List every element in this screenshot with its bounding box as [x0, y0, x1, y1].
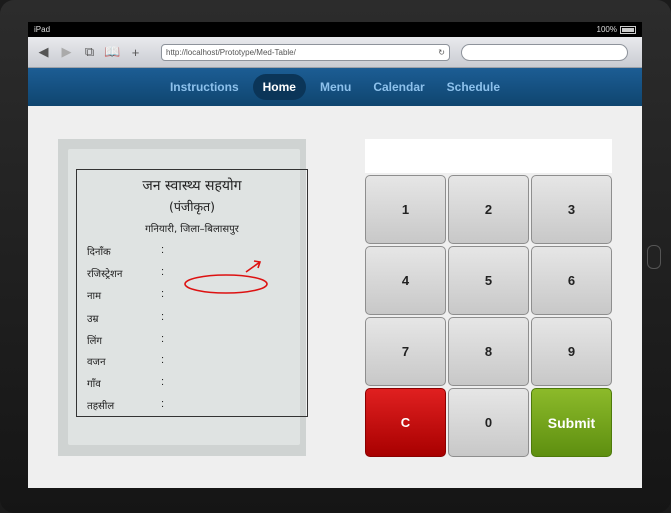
key-3[interactable]: 3	[531, 175, 612, 244]
address-bar[interactable]: http://localhost/Prototype/Med-Table/ ↻	[161, 43, 450, 61]
keypad: 1 2 3 4 5 6 7 8 9 C 0 Submit	[365, 175, 614, 457]
field-colon: :	[161, 288, 165, 300]
field-village: गाँव	[87, 379, 101, 390]
field-colon: :	[161, 266, 165, 278]
field-weight: वजन	[87, 357, 106, 368]
form-border: जन स्वास्थ्य सहयोग (पंजीकृत) गनियारी, जि…	[76, 169, 308, 417]
main-content: जन स्वास्थ्य सहयोग (पंजीकृत) गनियारी, जि…	[28, 106, 642, 488]
form-place: गनियारी, जिला–बिलासपुर	[145, 224, 239, 235]
clear-button[interactable]: C	[365, 388, 446, 457]
number-display	[365, 139, 612, 173]
field-colon: :	[161, 244, 165, 256]
key-8[interactable]: 8	[448, 317, 529, 386]
nav-schedule[interactable]: Schedule	[439, 74, 508, 100]
home-hardware-button[interactable]	[647, 245, 661, 269]
key-1[interactable]: 1	[365, 175, 446, 244]
field-colon: :	[161, 398, 165, 410]
status-bar: iPad 100%	[28, 22, 642, 37]
field-colon: :	[161, 354, 165, 366]
field-name: नाम	[87, 291, 102, 302]
field-age: उम्र	[87, 314, 99, 325]
key-6[interactable]: 6	[531, 246, 612, 315]
red-highlight-mark	[184, 260, 268, 294]
registration-form-photo: जन स्वास्थ्य सहयोग (पंजीकृत) गनियारी, जि…	[58, 139, 308, 456]
reload-icon[interactable]: ↻	[438, 48, 445, 57]
nav-home[interactable]: Home	[252, 74, 306, 100]
field-colon: :	[161, 333, 165, 345]
key-9[interactable]: 9	[531, 317, 612, 386]
field-registration: रजिस्ट्रेशन	[87, 269, 123, 280]
battery-percent: 100%	[596, 25, 617, 34]
back-icon[interactable]: ◀	[32, 42, 55, 62]
key-4[interactable]: 4	[365, 246, 446, 315]
nav-calendar[interactable]: Calendar	[365, 74, 432, 100]
nav-instructions[interactable]: Instructions	[162, 74, 247, 100]
browser-toolbar: ◀ ▶ ⧉ 📖 + http://localhost/Prototype/Med…	[28, 37, 642, 68]
key-5[interactable]: 5	[448, 246, 529, 315]
field-colon: :	[161, 376, 165, 388]
form-title: जन स्वास्थ्य सहयोग	[142, 178, 242, 194]
form-subtitle: (पंजीकृत)	[168, 199, 216, 214]
main-nav: Instructions Home Menu Calendar Schedule	[28, 68, 642, 106]
field-gender: लिंग	[87, 336, 102, 347]
field-date: दिनाँक	[87, 247, 111, 258]
add-bookmark-icon[interactable]: +	[124, 42, 147, 62]
forward-icon[interactable]: ▶	[55, 42, 78, 62]
bookmarks-icon[interactable]: 📖	[101, 42, 124, 62]
url-text: http://localhost/Prototype/Med-Table/	[166, 47, 296, 57]
key-7[interactable]: 7	[365, 317, 446, 386]
battery-icon	[620, 25, 636, 34]
tabs-icon[interactable]: ⧉	[78, 42, 101, 62]
nav-menu[interactable]: Menu	[312, 74, 359, 100]
field-colon: :	[161, 311, 165, 323]
field-tehsil: तहसील	[87, 401, 115, 412]
key-0[interactable]: 0	[448, 388, 529, 457]
key-2[interactable]: 2	[448, 175, 529, 244]
form-paper: जन स्वास्थ्य सहयोग (पंजीकृत) गनियारी, जि…	[68, 149, 308, 445]
submit-button[interactable]: Submit	[531, 388, 612, 457]
screen: iPad 100% ◀ ▶ ⧉ 📖 + http://localhost/Pro…	[28, 22, 642, 488]
device-label: iPad	[34, 25, 51, 34]
search-input[interactable]	[461, 43, 628, 61]
